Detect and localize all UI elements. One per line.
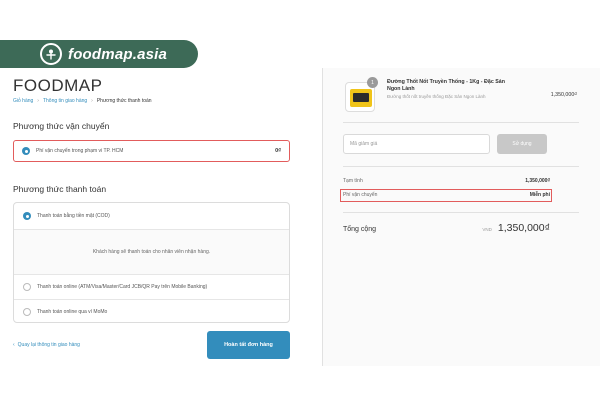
payment-radio-momo[interactable] — [23, 307, 31, 316]
payment-option-label: Thanh toán online qua ví MoMo — [37, 308, 108, 315]
complete-order-button[interactable]: Hoàn tất đơn hàng — [207, 331, 290, 359]
shipping-fee-label: Phí vận chuyển — [343, 192, 378, 198]
subtotal-label: Tạm tính — [343, 178, 363, 184]
breadcrumb-separator-icon: › — [91, 98, 93, 104]
breadcrumb: Giỏ hàng › Thông tin giao hàng › Phương … — [13, 98, 152, 104]
shipping-fee-row: Phí vận chuyển Miễn phí — [343, 192, 550, 198]
payment-options: Thanh toán bằng tiền mặt (COD) Khách hàn… — [13, 202, 290, 323]
total-value: 1,350,000₫ — [497, 222, 550, 234]
divider — [343, 212, 579, 213]
brand-banner: foodmap.asia — [0, 40, 198, 68]
payment-option-momo[interactable]: Thanh toán online qua ví MoMo — [14, 299, 289, 323]
payment-section-title: Phương thức thanh toán — [13, 184, 107, 194]
cod-description: Khách hàng sẽ thanh toán cho nhân viên n… — [14, 229, 289, 274]
payment-option-online[interactable]: Thanh toán online (ATM/Visa/Master/Card … — [14, 274, 289, 299]
chevron-left-icon: ‹ — [13, 342, 15, 348]
payment-option-cod[interactable]: Thanh toán bằng tiền mặt (COD) — [14, 203, 289, 229]
divider — [343, 166, 579, 167]
payment-option-label: Thanh toán online (ATM/Visa/Master/Card … — [37, 284, 208, 290]
product-description: Đường thốt nốt truyền thống Đặc Sản Ngon… — [387, 94, 486, 99]
return-link-label: Quay lại thông tin giao hàng — [17, 342, 80, 348]
subtotal-value: 1,350,000₫ — [525, 178, 550, 184]
product-price: 1,350,000₫ — [550, 92, 577, 98]
shipping-option-price: 0₫ — [275, 148, 281, 154]
brand-site-name: foodmap.asia — [68, 45, 168, 63]
breadcrumb-separator-icon: › — [37, 98, 39, 104]
total-label: Tổng cộng — [343, 226, 377, 233]
breadcrumb-cart[interactable]: Giỏ hàng — [13, 98, 33, 104]
total-currency: VND — [482, 227, 492, 232]
shipping-section-title: Phương thức vận chuyển — [13, 121, 110, 131]
payment-option-label: Thanh toán bằng tiền mặt (COD) — [37, 213, 110, 219]
return-to-shipping-link[interactable]: ‹ Quay lại thông tin giao hàng — [13, 342, 80, 348]
shipping-fee-value: Miễn phí — [529, 192, 550, 198]
apply-discount-button[interactable]: Sử dụng — [497, 134, 547, 154]
payment-radio-online[interactable] — [23, 283, 31, 291]
divider — [343, 122, 579, 123]
store-name[interactable]: FOODMAP — [13, 76, 102, 96]
payment-radio-cod[interactable] — [23, 212, 31, 220]
breadcrumb-payment-method: Phương thức thanh toán — [96, 98, 152, 104]
order-summary: 1 Đường Thốt Nốt Truyền Thống - 1Kg - Đặ… — [322, 68, 600, 366]
foodmap-logo-icon — [40, 43, 62, 65]
shipping-option[interactable]: Phí vận chuyển trong phạm vi TP. HCM 0₫ — [13, 140, 290, 162]
shipping-radio[interactable] — [22, 147, 30, 155]
breadcrumb-shipping-info[interactable]: Thông tin giao hàng — [43, 98, 87, 104]
product-name: Đường Thốt Nốt Truyền Thống - 1Kg - Đặc … — [387, 79, 505, 92]
total-row: Tổng cộng VND 1,350,000₫ — [343, 222, 550, 234]
discount-code-input[interactable] — [343, 134, 490, 154]
subtotal-row: Tạm tính 1,350,000₫ — [343, 178, 550, 184]
quantity-badge: 1 — [367, 77, 378, 88]
shipping-option-label: Phí vận chuyển trong phạm vi TP. HCM — [36, 148, 124, 154]
